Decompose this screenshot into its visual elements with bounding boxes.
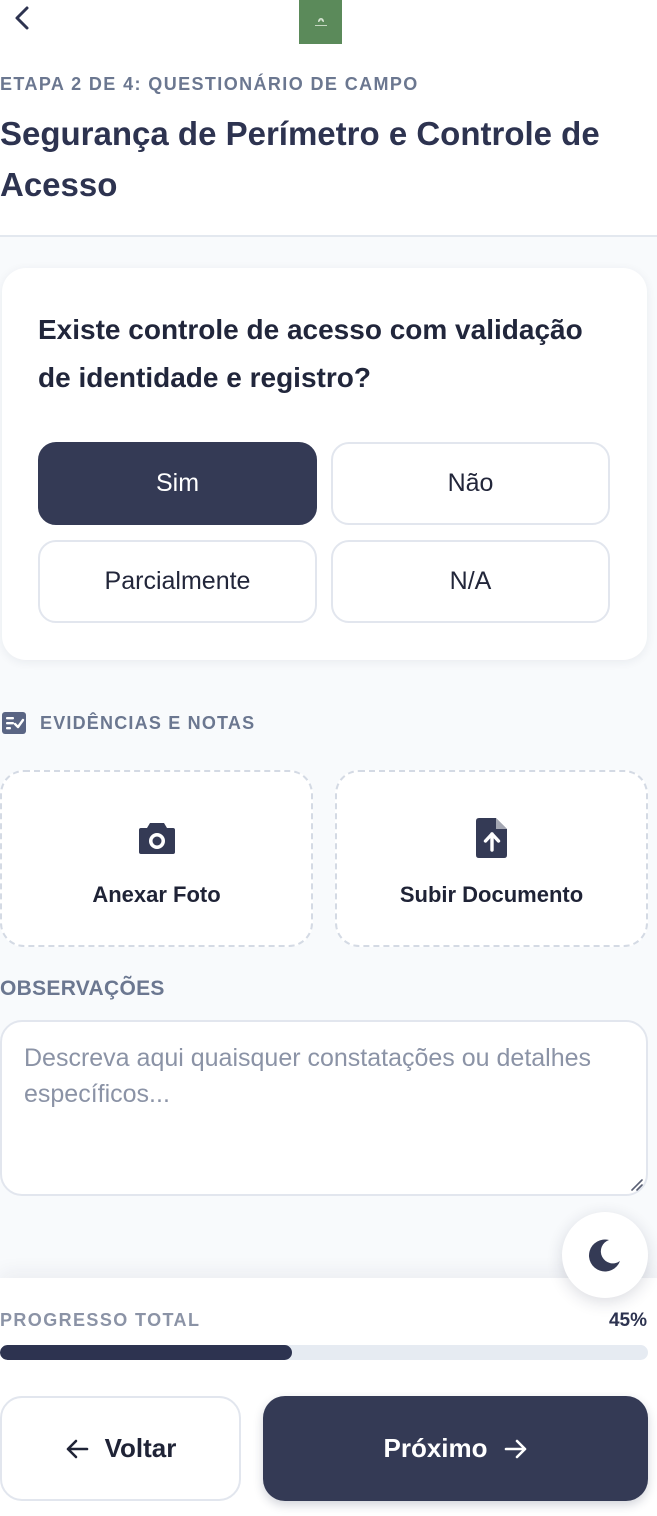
arrow-left-icon [66, 1439, 88, 1458]
observations-label: OBSERVAÇÕES [0, 977, 165, 1000]
evidence-title: EVIDÊNCIAS E NOTAS [40, 712, 256, 733]
option-nao[interactable]: Não [331, 442, 610, 525]
back-step-label: Voltar [104, 1433, 177, 1463]
evidence-header: EVIDÊNCIAS E NOTAS [2, 710, 255, 736]
attach-photo-button[interactable]: Anexar Foto [0, 770, 313, 947]
attach-photo-label: Anexar Foto [92, 882, 221, 907]
theme-toggle-button[interactable] [562, 1212, 648, 1298]
upload-document-label: Subir Documento [399, 882, 584, 907]
option-na[interactable]: N/A [331, 540, 610, 623]
checklist-icon [2, 712, 26, 734]
page: ETAPA 2 DE 4: QUESTIONÁRIO DE CAMPO Segu… [0, 0, 657, 1516]
page-title: Segurança de Perímetro e Controle de Ace… [0, 115, 600, 203]
progress-label: PROGRESSO TOTAL [0, 1310, 201, 1330]
question-card: Existe controle de acesso com validação … [2, 268, 647, 660]
option-label: Parcialmente [104, 567, 251, 595]
option-label: Não [447, 469, 494, 497]
observations-input[interactable] [0, 1020, 648, 1196]
progress-value: 45% [608, 1310, 647, 1331]
option-label: Sim [155, 469, 200, 497]
moon-icon [588, 1239, 620, 1272]
leaf-logo-icon [314, 18, 327, 26]
option-parcialmente[interactable]: Parcialmente [38, 540, 317, 623]
step-label: ETAPA 2 DE 4: QUESTIONÁRIO DE CAMPO [0, 74, 419, 94]
footer: PROGRESSO TOTAL 45% Voltar Próximo [0, 1278, 657, 1516]
chevron-left-icon [15, 6, 29, 30]
next-step-button[interactable]: Próximo [263, 1396, 648, 1501]
resize-handle-icon[interactable] [628, 1176, 644, 1192]
upload-document-button[interactable]: Subir Documento [335, 770, 648, 947]
arrow-right-icon [504, 1439, 526, 1458]
camera-icon [137, 818, 177, 858]
option-label: N/A [449, 567, 492, 595]
option-sim[interactable]: Sim [38, 442, 317, 525]
progress-fill [0, 1345, 292, 1360]
next-step-label: Próximo [383, 1433, 488, 1463]
question-text: Existe controle de acesso com validação … [38, 314, 583, 393]
file-upload-icon [472, 818, 512, 858]
back-button[interactable] [8, 4, 36, 32]
progress-bar [0, 1345, 648, 1360]
logo [299, 0, 342, 44]
back-step-button[interactable]: Voltar [0, 1396, 241, 1501]
header: ETAPA 2 DE 4: QUESTIONÁRIO DE CAMPO Segu… [0, 0, 657, 237]
